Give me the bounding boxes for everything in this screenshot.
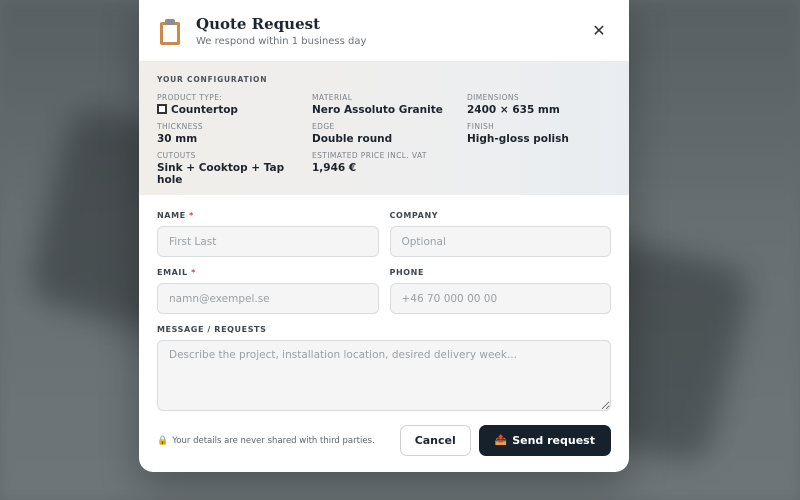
email-input[interactable] [157,283,379,314]
config-label: PRODUCT TYPE: [157,93,223,102]
config-value: High-gloss polish [467,133,569,145]
phone-label: PHONE [389,268,425,277]
lock-icon: 🔒 [157,435,169,446]
config-item-edge: EDGE Double round [312,122,467,145]
square-icon [157,104,167,114]
quote-form: NAME * COMPANY EMAIL * PHONE MESSAGE / R… [139,195,629,415]
config-value: 1,946 € [312,162,357,174]
company-input[interactable] [389,226,611,257]
required-mark: * [189,211,194,220]
privacy-note: 🔒 Your details are never shared with thi… [157,436,375,446]
config-label: CUTOUTS [157,151,196,160]
message-textarea[interactable] [157,340,611,411]
config-label: EDGE [312,122,335,131]
cancel-button[interactable]: Cancel [399,425,471,456]
name-field-group: NAME * [157,211,379,257]
close-icon[interactable]: ✕ [589,21,609,41]
message-label: MESSAGE / REQUESTS [157,325,267,334]
config-label: MATERIAL [312,93,353,102]
company-field-group: COMPANY [389,211,611,257]
config-value: Countertop [171,104,238,116]
send-request-button[interactable]: 📤 Send request [478,425,611,456]
config-item-estimated-price: ESTIMATED PRICE INCL. VAT 1,946 € [312,151,467,186]
configuration-heading: YOUR CONFIGURATION [157,75,268,84]
config-value: Double round [312,133,393,145]
config-label: FINISH [467,122,495,131]
config-value: Nero Assoluto Granite [312,104,443,116]
config-label: THICKNESS [157,122,204,131]
email-field-group: EMAIL * [157,268,379,314]
config-value: Sink + Cooktop + Tap hole [157,162,285,186]
outbox-tray-icon: 📤 [494,435,508,446]
phone-input[interactable] [389,283,611,314]
modal-title: Quote Request [196,14,320,33]
message-field-group: MESSAGE / REQUESTS [157,325,611,415]
send-request-label: Send request [512,434,595,447]
configuration-summary: YOUR CONFIGURATION PRODUCT TYPE: Counter… [139,62,629,195]
company-label: COMPANY [389,211,439,220]
modal-subtitle: We respond within 1 business day [196,35,367,47]
config-item-cutouts: CUTOUTS Sink + Cooktop + Tap hole [157,151,312,186]
name-label: NAME * [157,211,194,220]
required-mark: * [191,268,196,277]
clipboard-icon [157,17,183,45]
config-value: 30 mm [157,133,198,145]
config-item-thickness: THICKNESS 30 mm [157,122,312,145]
phone-field-group: PHONE [389,268,611,314]
config-value: 2400 × 635 mm [467,104,560,116]
modal-header: Quote Request We respond within 1 busine… [139,0,629,62]
name-input[interactable] [157,226,379,257]
config-item-dimensions: DIMENSIONS 2400 × 635 mm [467,93,617,116]
quote-request-modal: Quote Request We respond within 1 busine… [139,0,629,472]
privacy-text: Your details are never shared with third… [172,435,375,446]
config-item-product-type: PRODUCT TYPE: Countertop [157,93,312,116]
config-label: DIMENSIONS [467,93,520,102]
email-label: EMAIL * [157,268,196,277]
config-item-material: MATERIAL Nero Assoluto Granite [312,93,467,116]
config-label: ESTIMATED PRICE INCL. VAT [312,151,427,160]
modal-footer: 🔒 Your details are never shared with thi… [157,425,611,456]
config-item-finish: FINISH High-gloss polish [467,122,617,145]
